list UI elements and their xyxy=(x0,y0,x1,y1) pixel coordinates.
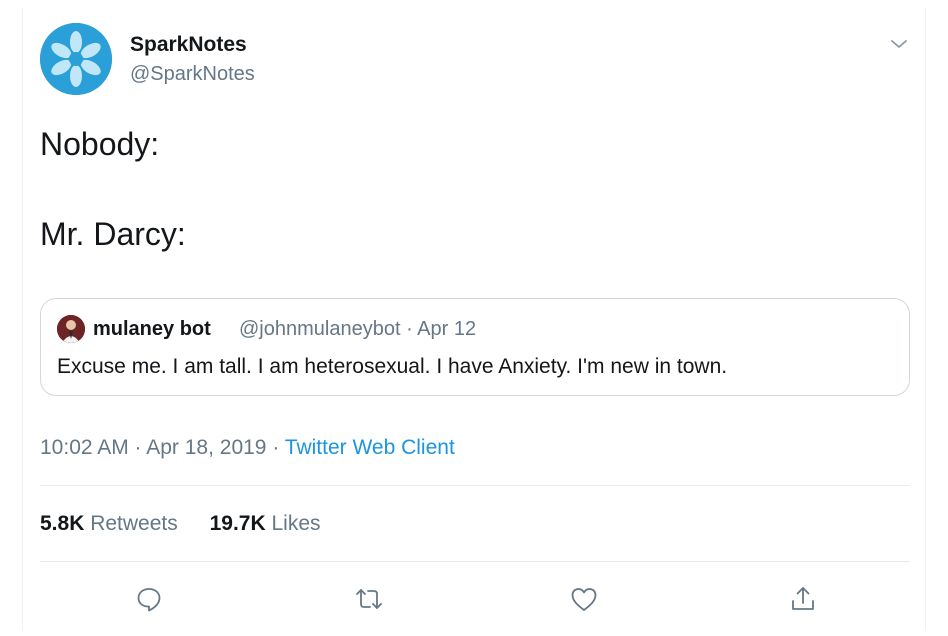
share-icon[interactable] xyxy=(788,584,818,614)
action-bar xyxy=(23,580,927,620)
quoted-tweet[interactable]: mulaney bot @johnmulaneybot · Apr 12 Exc… xyxy=(40,298,910,396)
retweets-stat[interactable]: 5.8K Retweets xyxy=(40,512,178,536)
likes-count: 19.7K xyxy=(209,512,266,535)
likes-stat[interactable]: 19.7K Likes xyxy=(210,512,321,536)
reply-icon[interactable] xyxy=(134,584,164,614)
tweet-text: Nobody: Mr. Darcy: xyxy=(40,122,186,257)
quoted-display-name[interactable]: mulaney bot xyxy=(93,318,211,341)
quoted-avatar[interactable] xyxy=(57,315,85,343)
quoted-text: Excuse me. I am tall. I am heterosexual.… xyxy=(57,355,728,378)
retweet-icon[interactable] xyxy=(354,584,384,614)
author-display-name[interactable]: SparkNotes xyxy=(130,33,247,57)
tweet-stats: 5.8K Retweets 19.7K Likes xyxy=(40,512,347,536)
tweet-text-line: Nobody: xyxy=(40,126,160,162)
tweet-card: SparkNotes @SparkNotes Nobody: Mr. Darcy… xyxy=(22,8,926,630)
client-link[interactable]: Twitter Web Client xyxy=(285,436,455,459)
author-avatar[interactable] xyxy=(40,23,112,95)
divider xyxy=(40,485,910,486)
timestamp[interactable]: 10:02 AM · Apr 18, 2019 · xyxy=(40,436,285,459)
divider xyxy=(40,561,910,562)
quoted-handle-date: @johnmulaneybot · Apr 12 xyxy=(239,318,477,340)
person-avatar-icon xyxy=(57,315,85,343)
author-handle[interactable]: @SparkNotes xyxy=(130,63,255,86)
sparknotes-logo-icon xyxy=(40,23,112,95)
tweet-meta: 10:02 AM · Apr 18, 2019 · Twitter Web Cl… xyxy=(40,436,455,460)
likes-label: Likes xyxy=(271,512,321,535)
retweets-label: Retweets xyxy=(90,512,178,535)
tweet-text-line: Mr. Darcy: xyxy=(40,216,186,252)
retweets-count: 5.8K xyxy=(40,512,85,535)
heart-icon[interactable] xyxy=(569,584,599,614)
tweet-text-line xyxy=(40,167,186,212)
chevron-down-icon[interactable] xyxy=(889,34,909,54)
